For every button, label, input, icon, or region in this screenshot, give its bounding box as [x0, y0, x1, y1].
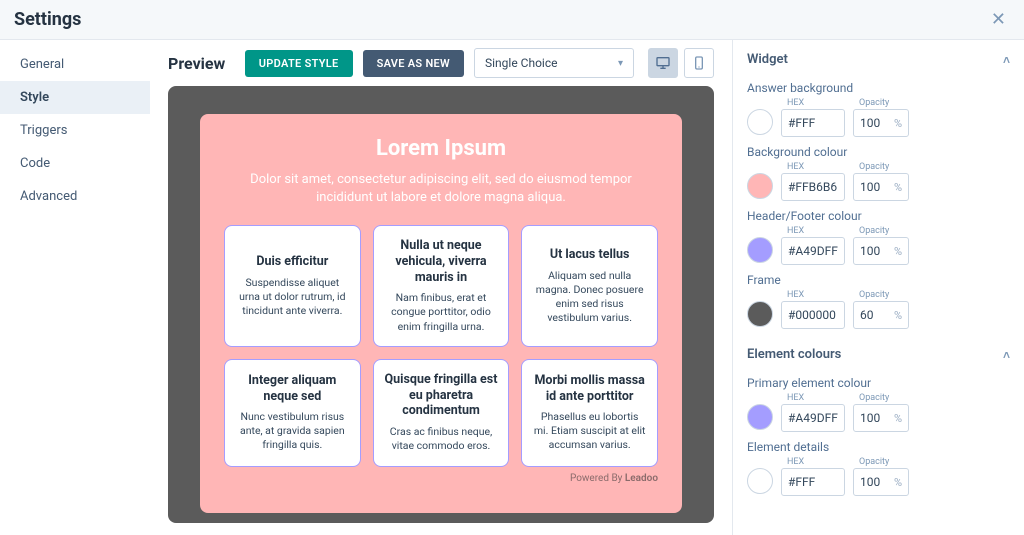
field-label: Frame [747, 273, 1010, 287]
hex-input[interactable]: #A49DFF [781, 404, 845, 432]
preview-widget: Lorem Ipsum Dolor sit amet, consectetur … [200, 114, 682, 513]
hex-label: HEX [781, 393, 845, 403]
answer-desc: Aliquam sed nulla magna. Donec posuere e… [532, 269, 647, 326]
answer-desc: Cras ac finibus neque, vitae commodo ero… [384, 425, 499, 453]
opacity-label: Opacity [853, 162, 909, 172]
answer-title: Integer aliquam neque sed [235, 373, 350, 404]
sidebar-item-code[interactable]: Code [0, 147, 150, 180]
color-swatch[interactable] [747, 404, 773, 430]
answer-card[interactable]: Ut lacus tellus Aliquam sed nulla magna.… [521, 225, 658, 346]
settings-sidebar: General Style Triggers Code Advanced [0, 40, 150, 535]
sidebar-item-advanced[interactable]: Advanced [0, 180, 150, 213]
answer-title: Quisque fringilla est eu pharetra condim… [384, 372, 499, 419]
answer-card[interactable]: Morbi mollis massa id ante porttitor Pha… [521, 359, 658, 467]
color-swatch[interactable] [747, 109, 773, 135]
hex-input[interactable]: #FFB6B6 [781, 173, 845, 201]
answer-title: Duis efficitur [235, 254, 350, 270]
section-widget[interactable]: Widget ˄ [747, 46, 1010, 73]
opacity-label: Opacity [853, 226, 909, 236]
answer-desc: Suspendisse aliquet urna ut dolor rutrum… [235, 276, 350, 319]
properties-panel: Widget ˄ Answer background HEX #FFF Opac… [732, 40, 1024, 535]
hex-input[interactable]: #FFF [781, 109, 845, 137]
section-element-colours[interactable]: Element colours ˄ [747, 341, 1010, 368]
answer-card[interactable]: Integer aliquam neque sed Nunc vestibulu… [224, 359, 361, 467]
chevron-up-icon: ˄ [1003, 53, 1010, 67]
chevron-up-icon: ˄ [1003, 348, 1010, 362]
device-desktop-button[interactable] [648, 48, 678, 78]
chevron-down-icon: ▾ [618, 58, 623, 69]
hex-input[interactable]: #FFF [781, 468, 845, 496]
opacity-input[interactable]: 100 % [853, 173, 909, 201]
sidebar-item-triggers[interactable]: Triggers [0, 114, 150, 147]
answer-card[interactable]: Duis efficitur Suspendisse aliquet urna … [224, 225, 361, 346]
hex-label: HEX [781, 457, 845, 467]
close-icon[interactable]: ✕ [987, 5, 1010, 34]
field-label: Element details [747, 440, 1010, 454]
save-as-new-button[interactable]: SAVE AS NEW [363, 50, 464, 77]
page-title: Settings [14, 9, 81, 30]
hex-label: HEX [781, 98, 845, 108]
question-type-select[interactable]: Single Choice ▾ [474, 48, 634, 78]
answer-card[interactable]: Quisque fringilla est eu pharetra condim… [373, 359, 510, 467]
update-style-button[interactable]: UPDATE STYLE [245, 50, 353, 77]
field-label: Primary element colour [747, 376, 1010, 390]
device-mobile-button[interactable] [684, 48, 714, 78]
hex-label: HEX [781, 290, 845, 300]
field-label: Background colour [747, 145, 1010, 159]
color-swatch[interactable] [747, 173, 773, 199]
sidebar-item-style[interactable]: Style [0, 81, 150, 114]
field-label: Answer background [747, 81, 1010, 95]
section-title: Widget [747, 52, 788, 67]
widget-subtitle: Dolor sit amet, consectetur adipiscing e… [224, 171, 658, 207]
mobile-icon [691, 55, 707, 71]
answer-title: Morbi mollis massa id ante porttitor [532, 373, 647, 404]
field-label: Header/Footer colour [747, 209, 1010, 223]
title-bar: Settings ✕ [0, 0, 1024, 40]
opacity-label: Opacity [853, 290, 909, 300]
widget-title: Lorem Ipsum [224, 136, 658, 161]
answer-desc: Phasellus eu lobortis mi. Etiam suscipit… [532, 410, 647, 453]
preview-heading: Preview [168, 54, 225, 73]
answer-card[interactable]: Nulla ut neque vehicula, viverra mauris … [373, 225, 510, 346]
desktop-icon [655, 55, 671, 71]
answer-desc: Nam finibus, erat et congue porttitor, o… [384, 291, 499, 334]
answer-grid: Duis efficitur Suspendisse aliquet urna … [224, 225, 658, 466]
opacity-input[interactable]: 100 % [853, 237, 909, 265]
opacity-label: Opacity [853, 457, 909, 467]
sidebar-item-general[interactable]: General [0, 48, 150, 81]
color-swatch[interactable] [747, 237, 773, 263]
opacity-input[interactable]: 100 % [853, 404, 909, 432]
hex-label: HEX [781, 226, 845, 236]
answer-desc: Nunc vestibulum risus ante, at gravida s… [235, 410, 350, 453]
opacity-label: Opacity [853, 393, 909, 403]
opacity-input[interactable]: 100 % [853, 468, 909, 496]
color-swatch[interactable] [747, 468, 773, 494]
hex-input[interactable]: #A49DFF [781, 237, 845, 265]
section-title: Element colours [747, 347, 841, 362]
answer-title: Nulla ut neque vehicula, viverra mauris … [384, 238, 499, 285]
opacity-input[interactable]: 60 % [853, 301, 909, 329]
opacity-label: Opacity [853, 98, 909, 108]
color-swatch[interactable] [747, 301, 773, 327]
hex-input[interactable]: #000000 [781, 301, 845, 329]
opacity-input[interactable]: 100 % [853, 109, 909, 137]
hex-label: HEX [781, 162, 845, 172]
powered-by: Powered By Leadoo [224, 473, 658, 484]
preview-frame: Lorem Ipsum Dolor sit amet, consectetur … [168, 86, 714, 523]
answer-title: Ut lacus tellus [532, 247, 647, 263]
select-value: Single Choice [485, 56, 558, 70]
